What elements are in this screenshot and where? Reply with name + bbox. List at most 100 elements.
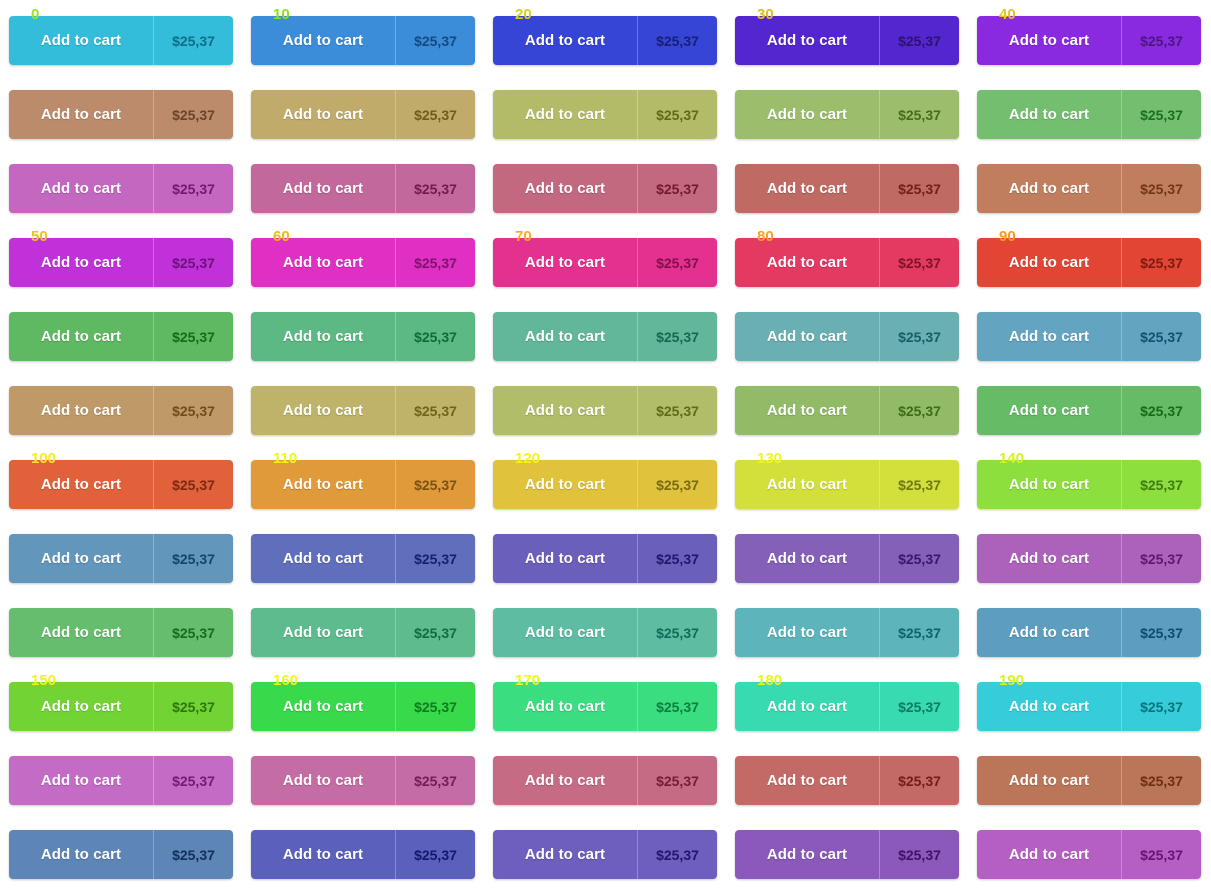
add-to-cart-label[interactable]: Add to cart xyxy=(735,16,879,65)
add-to-cart-button[interactable]: Add to cart $25,37 xyxy=(735,164,959,213)
price-label[interactable]: $25,37 xyxy=(879,682,959,731)
add-to-cart-label[interactable]: Add to cart xyxy=(735,756,879,805)
add-to-cart-button[interactable]: Add to cart $25,37 10 xyxy=(251,7,475,65)
add-to-cart-label[interactable]: Add to cart xyxy=(735,238,879,287)
add-to-cart-label[interactable]: Add to cart xyxy=(977,238,1121,287)
add-to-cart-button[interactable]: Add to cart $25,37 xyxy=(977,534,1201,583)
price-label[interactable]: $25,37 xyxy=(637,534,717,583)
add-to-cart-label[interactable]: Add to cart xyxy=(9,830,153,879)
add-to-cart-button[interactable]: Add to cart $25,37 xyxy=(9,164,233,213)
price-label[interactable]: $25,37 xyxy=(1121,164,1201,213)
add-to-cart-label[interactable]: Add to cart xyxy=(9,608,153,657)
add-to-cart-label[interactable]: Add to cart xyxy=(735,386,879,435)
price-label[interactable]: $25,37 xyxy=(1121,756,1201,805)
add-to-cart-button[interactable]: Add to cart $25,37 xyxy=(735,386,959,435)
add-to-cart-button[interactable]: Add to cart $25,37 xyxy=(977,164,1201,213)
price-label[interactable]: $25,37 xyxy=(395,756,475,805)
add-to-cart-label[interactable]: Add to cart xyxy=(251,164,395,213)
price-label[interactable]: $25,37 xyxy=(395,682,475,731)
price-label[interactable]: $25,37 xyxy=(879,386,959,435)
price-label[interactable]: $25,37 xyxy=(637,830,717,879)
add-to-cart-button[interactable]: Add to cart $25,37 xyxy=(493,756,717,805)
add-to-cart-button[interactable]: Add to cart $25,37 xyxy=(977,756,1201,805)
price-label[interactable]: $25,37 xyxy=(637,312,717,361)
add-to-cart-label[interactable]: Add to cart xyxy=(9,312,153,361)
price-label[interactable]: $25,37 xyxy=(153,386,233,435)
add-to-cart-label[interactable]: Add to cart xyxy=(493,756,637,805)
add-to-cart-button[interactable]: Add to cart $25,37 xyxy=(9,312,233,361)
price-label[interactable]: $25,37 xyxy=(395,830,475,879)
price-label[interactable]: $25,37 xyxy=(395,164,475,213)
add-to-cart-button[interactable]: Add to cart $25,37 xyxy=(9,608,233,657)
add-to-cart-button[interactable]: Add to cart $25,37 30 xyxy=(735,7,959,65)
price-label[interactable]: $25,37 xyxy=(395,608,475,657)
add-to-cart-label[interactable]: Add to cart xyxy=(977,460,1121,509)
price-label[interactable]: $25,37 xyxy=(637,756,717,805)
add-to-cart-label[interactable]: Add to cart xyxy=(9,682,153,731)
add-to-cart-button[interactable]: Add to cart $25,37 xyxy=(735,90,959,139)
add-to-cart-label[interactable]: Add to cart xyxy=(9,16,153,65)
add-to-cart-label[interactable]: Add to cart xyxy=(493,90,637,139)
add-to-cart-button[interactable]: Add to cart $25,37 xyxy=(493,386,717,435)
price-label[interactable]: $25,37 xyxy=(879,830,959,879)
add-to-cart-button[interactable]: Add to cart $25,37 70 xyxy=(493,229,717,287)
add-to-cart-button[interactable]: Add to cart $25,37 160 xyxy=(251,673,475,731)
price-label[interactable]: $25,37 xyxy=(395,460,475,509)
price-label[interactable]: $25,37 xyxy=(153,830,233,879)
price-label[interactable]: $25,37 xyxy=(395,386,475,435)
add-to-cart-label[interactable]: Add to cart xyxy=(9,756,153,805)
price-label[interactable]: $25,37 xyxy=(153,682,233,731)
add-to-cart-button[interactable]: Add to cart $25,37 xyxy=(251,830,475,879)
price-label[interactable]: $25,37 xyxy=(879,16,959,65)
add-to-cart-button[interactable]: Add to cart $25,37 xyxy=(493,90,717,139)
add-to-cart-label[interactable]: Add to cart xyxy=(735,90,879,139)
add-to-cart-button[interactable]: Add to cart $25,37 xyxy=(493,164,717,213)
add-to-cart-button[interactable]: Add to cart $25,37 150 xyxy=(9,673,233,731)
price-label[interactable]: $25,37 xyxy=(637,386,717,435)
add-to-cart-button[interactable]: Add to cart $25,37 xyxy=(977,312,1201,361)
add-to-cart-label[interactable]: Add to cart xyxy=(735,460,879,509)
add-to-cart-label[interactable]: Add to cart xyxy=(977,756,1121,805)
add-to-cart-label[interactable]: Add to cart xyxy=(251,312,395,361)
add-to-cart-label[interactable]: Add to cart xyxy=(251,90,395,139)
add-to-cart-button[interactable]: Add to cart $25,37 xyxy=(251,90,475,139)
price-label[interactable]: $25,37 xyxy=(1121,90,1201,139)
add-to-cart-button[interactable]: Add to cart $25,37 180 xyxy=(735,673,959,731)
price-label[interactable]: $25,37 xyxy=(879,534,959,583)
price-label[interactable]: $25,37 xyxy=(637,238,717,287)
add-to-cart-button[interactable]: Add to cart $25,37 xyxy=(977,608,1201,657)
price-label[interactable]: $25,37 xyxy=(395,312,475,361)
add-to-cart-label[interactable]: Add to cart xyxy=(977,682,1121,731)
add-to-cart-label[interactable]: Add to cart xyxy=(251,386,395,435)
price-label[interactable]: $25,37 xyxy=(1121,386,1201,435)
price-label[interactable]: $25,37 xyxy=(1121,16,1201,65)
add-to-cart-button[interactable]: Add to cart $25,37 xyxy=(493,534,717,583)
add-to-cart-button[interactable]: Add to cart $25,37 90 xyxy=(977,229,1201,287)
add-to-cart-label[interactable]: Add to cart xyxy=(493,682,637,731)
add-to-cart-label[interactable]: Add to cart xyxy=(9,386,153,435)
price-label[interactable]: $25,37 xyxy=(1121,682,1201,731)
add-to-cart-label[interactable]: Add to cart xyxy=(493,386,637,435)
price-label[interactable]: $25,37 xyxy=(879,608,959,657)
add-to-cart-label[interactable]: Add to cart xyxy=(977,90,1121,139)
add-to-cart-button[interactable]: Add to cart $25,37 170 xyxy=(493,673,717,731)
add-to-cart-label[interactable]: Add to cart xyxy=(977,608,1121,657)
price-label[interactable]: $25,37 xyxy=(153,312,233,361)
add-to-cart-button[interactable]: Add to cart $25,37 xyxy=(977,90,1201,139)
price-label[interactable]: $25,37 xyxy=(153,164,233,213)
add-to-cart-label[interactable]: Add to cart xyxy=(977,830,1121,879)
price-label[interactable]: $25,37 xyxy=(1121,460,1201,509)
add-to-cart-button[interactable]: Add to cart $25,37 xyxy=(977,830,1201,879)
add-to-cart-button[interactable]: Add to cart $25,37 40 xyxy=(977,7,1201,65)
add-to-cart-button[interactable]: Add to cart $25,37 xyxy=(735,608,959,657)
add-to-cart-button[interactable]: Add to cart $25,37 50 xyxy=(9,229,233,287)
add-to-cart-label[interactable]: Add to cart xyxy=(9,460,153,509)
add-to-cart-button[interactable]: Add to cart $25,37 xyxy=(9,830,233,879)
add-to-cart-label[interactable]: Add to cart xyxy=(251,756,395,805)
add-to-cart-label[interactable]: Add to cart xyxy=(9,534,153,583)
add-to-cart-label[interactable]: Add to cart xyxy=(735,608,879,657)
add-to-cart-label[interactable]: Add to cart xyxy=(493,164,637,213)
add-to-cart-button[interactable]: Add to cart $25,37 xyxy=(493,608,717,657)
add-to-cart-label[interactable]: Add to cart xyxy=(251,238,395,287)
add-to-cart-label[interactable]: Add to cart xyxy=(977,312,1121,361)
